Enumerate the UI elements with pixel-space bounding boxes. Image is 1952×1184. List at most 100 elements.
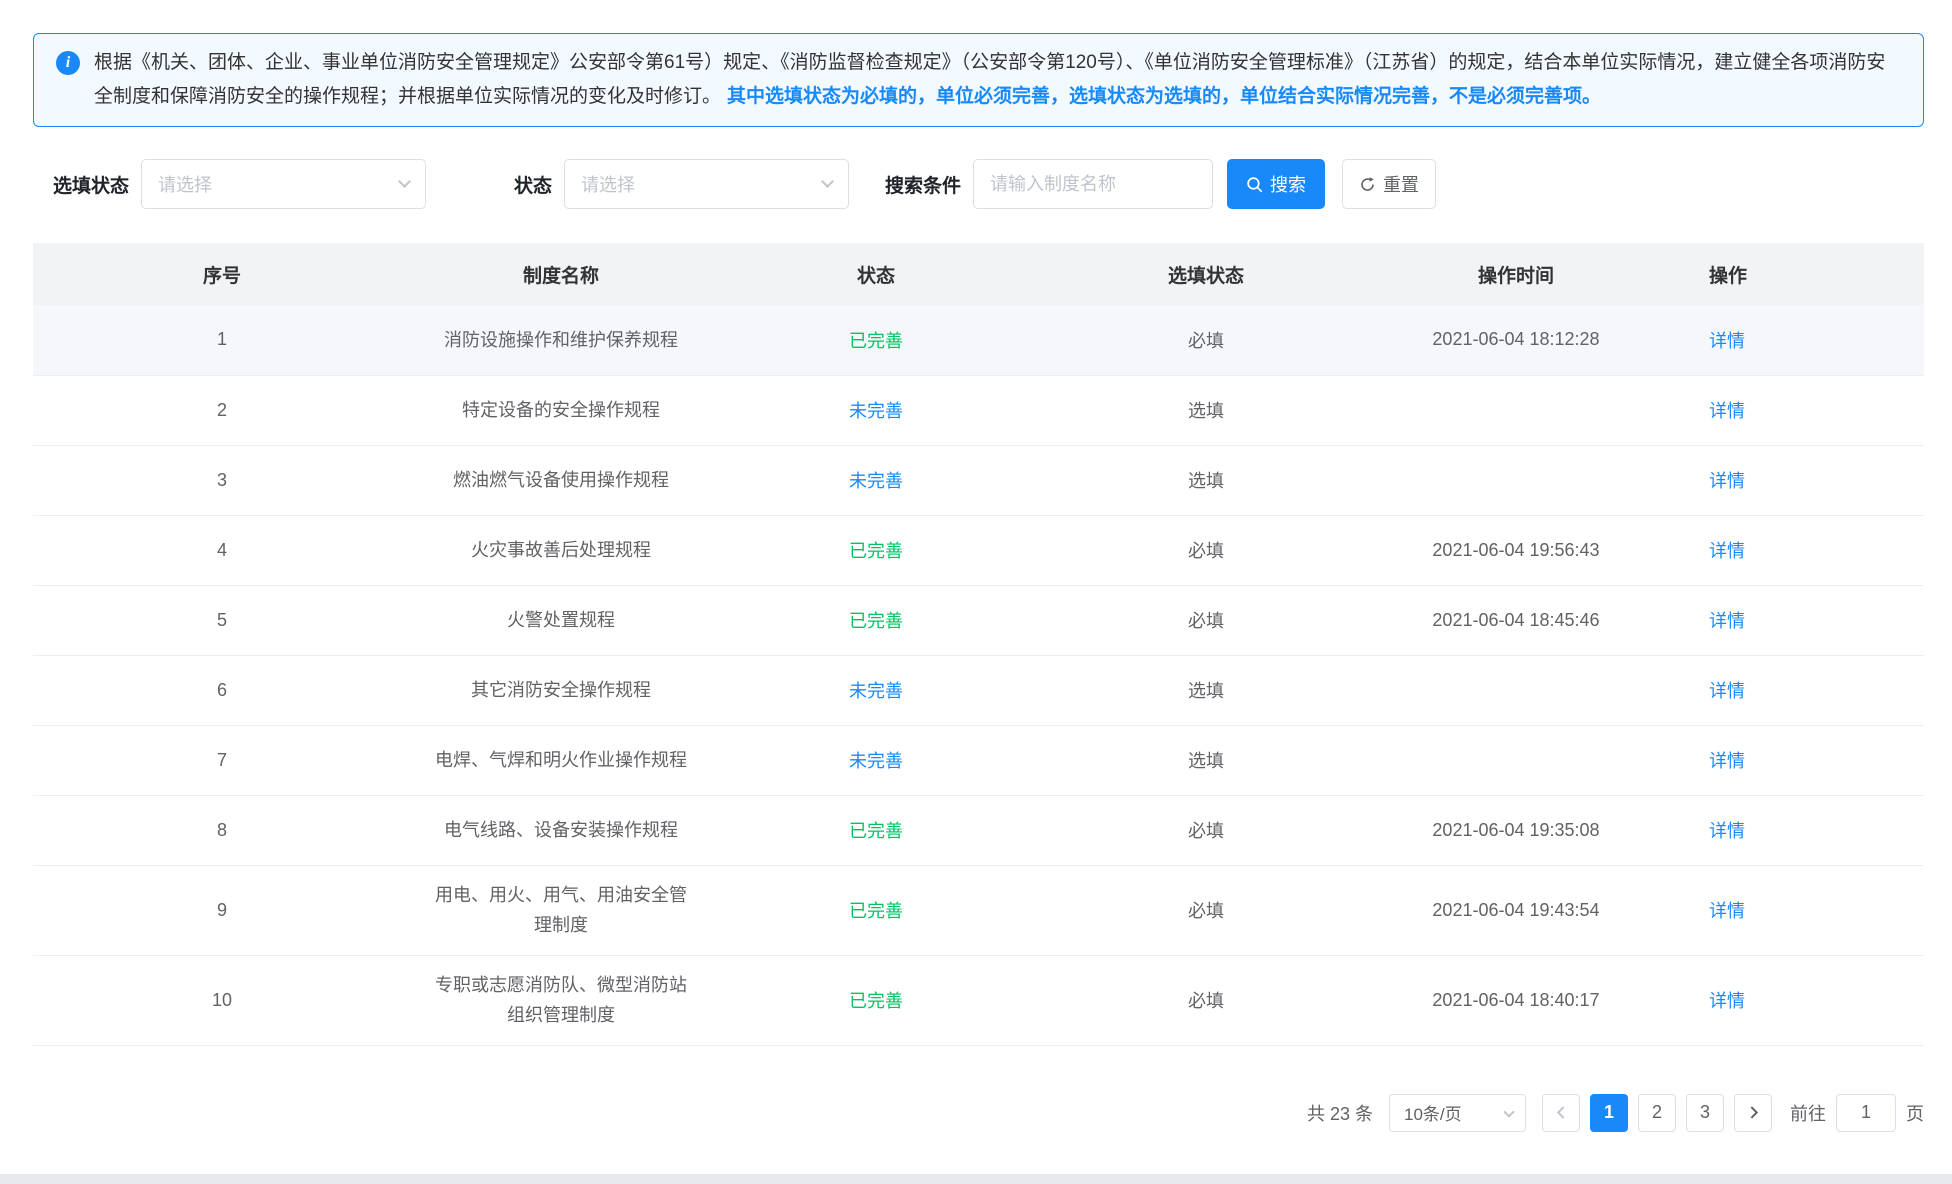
cell-name: 火警处置规程: [411, 585, 711, 655]
cell-index: 3: [33, 445, 411, 515]
status-text: 已完善: [849, 331, 903, 351]
cell-time: 2021-06-04 19:43:54: [1371, 865, 1661, 955]
status-placeholder: 请选择: [581, 171, 635, 197]
cell-status: 已完善: [711, 585, 1041, 655]
cell-action: 详情: [1661, 515, 1924, 585]
cell-index: 1: [33, 305, 411, 375]
search-label: 搜索条件: [885, 171, 961, 198]
detail-link[interactable]: 详情: [1709, 331, 1745, 351]
cell-index: 9: [33, 865, 411, 955]
detail-link[interactable]: 详情: [1709, 901, 1745, 921]
table-row: 3 燃油燃气设备使用操作规程 未完善 选填 详情: [33, 445, 1924, 515]
cell-fill-status: 必填: [1041, 305, 1371, 375]
status-text: 未完善: [849, 751, 903, 771]
cell-time: [1371, 445, 1661, 515]
main-content: i 根据《机关、团体、企业、事业单位消防安全管理规定》公安部令第61号）规定、《…: [33, 33, 1924, 1132]
fill-status-placeholder: 请选择: [158, 171, 212, 197]
detail-link[interactable]: 详情: [1709, 541, 1745, 561]
cell-name: 用电、用火、用气、用油安全管理制度: [411, 865, 711, 955]
header-fill-status: 选填状态: [1041, 243, 1371, 305]
cell-index: 10: [33, 955, 411, 1045]
refresh-icon: [1359, 176, 1376, 193]
goto-suffix: 页: [1906, 1100, 1924, 1126]
detail-link[interactable]: 详情: [1709, 991, 1745, 1011]
cell-name: 火灾事故善后处理规程: [411, 515, 711, 585]
search-button[interactable]: 搜索: [1227, 159, 1325, 209]
reset-button[interactable]: 重置: [1342, 159, 1436, 209]
alert-text: 根据《机关、团体、企业、事业单位消防安全管理规定》公安部令第61号）规定、《消防…: [94, 46, 1897, 114]
cell-time: 2021-06-04 19:56:43: [1371, 515, 1661, 585]
cell-status: 已完善: [711, 955, 1041, 1045]
page-bottom-strip: [0, 1174, 1952, 1184]
cell-status: 未完善: [711, 655, 1041, 725]
chevron-right-icon: [1747, 1106, 1760, 1119]
detail-link[interactable]: 详情: [1709, 681, 1745, 701]
cell-status: 未完善: [711, 445, 1041, 515]
status-label: 状态: [514, 171, 552, 198]
cell-fill-status: 选填: [1041, 375, 1371, 445]
filter-bar: 选填状态 请选择 状态 请选择 搜索条件 搜索: [33, 159, 1924, 209]
alert-highlight-text: 其中选填状态为必填的，单位必须完善，选填状态为选填的，单位结合实际情况完善，不是…: [727, 86, 1601, 107]
cell-status: 已完善: [711, 795, 1041, 865]
next-page-button[interactable]: [1734, 1094, 1772, 1132]
cell-status: 已完善: [711, 305, 1041, 375]
cell-fill-status: 必填: [1041, 515, 1371, 585]
header-index: 序号: [33, 243, 411, 305]
cell-fill-status: 必填: [1041, 865, 1371, 955]
table-row: 8 电气线路、设备安装操作规程 已完善 必填 2021-06-04 19:35:…: [33, 795, 1924, 865]
table-row: 4 火灾事故善后处理规程 已完善 必填 2021-06-04 19:56:43 …: [33, 515, 1924, 585]
cell-fill-status: 必填: [1041, 585, 1371, 655]
cell-status: 未完善: [711, 725, 1041, 795]
status-text: 未完善: [849, 681, 903, 701]
page-size-value: 10条/页: [1404, 1100, 1462, 1125]
cell-name: 消防设施操作和维护保养规程: [411, 305, 711, 375]
cell-status: 已完善: [711, 865, 1041, 955]
cell-fill-status: 选填: [1041, 725, 1371, 795]
page-button-1[interactable]: 1: [1590, 1094, 1628, 1132]
search-group: 搜索条件 搜索 重置: [885, 159, 1436, 209]
table-row: 2 特定设备的安全操作规程 未完善 选填 详情: [33, 375, 1924, 445]
cell-time: 2021-06-04 19:35:08: [1371, 795, 1661, 865]
page-button-3[interactable]: 3: [1686, 1094, 1724, 1132]
status-text: 未完善: [849, 471, 903, 491]
header-time: 操作时间: [1371, 243, 1661, 305]
chevron-down-icon: [821, 175, 834, 188]
cell-time: 2021-06-04 18:45:46: [1371, 585, 1661, 655]
cell-index: 8: [33, 795, 411, 865]
total-count: 共 23 条: [1307, 1100, 1373, 1126]
table-header: 序号 制度名称 状态 选填状态 操作时间 操作: [33, 243, 1924, 305]
search-input[interactable]: [973, 159, 1213, 209]
institutions-table: 序号 制度名称 状态 选填状态 操作时间 操作 1 消防设施操作和维护保养规程 …: [33, 243, 1924, 1046]
cell-action: 详情: [1661, 795, 1924, 865]
cell-fill-status: 选填: [1041, 445, 1371, 515]
cell-action: 详情: [1661, 955, 1924, 1045]
status-text: 已完善: [849, 901, 903, 921]
cell-name: 特定设备的安全操作规程: [411, 375, 711, 445]
search-icon: [1246, 176, 1263, 193]
cell-status: 已完善: [711, 515, 1041, 585]
table-row: 1 消防设施操作和维护保养规程 已完善 必填 2021-06-04 18:12:…: [33, 305, 1924, 375]
goto-page-group: 前往 页: [1790, 1094, 1924, 1132]
page: i 根据《机关、团体、企业、事业单位消防安全管理规定》公安部令第61号）规定、《…: [0, 0, 1952, 1184]
status-text: 已完善: [849, 991, 903, 1011]
detail-link[interactable]: 详情: [1709, 821, 1745, 841]
cell-action: 详情: [1661, 375, 1924, 445]
header-status: 状态: [711, 243, 1041, 305]
fill-status-select[interactable]: 请选择: [141, 159, 426, 209]
detail-link[interactable]: 详情: [1709, 471, 1745, 491]
page-button-2[interactable]: 2: [1638, 1094, 1676, 1132]
chevron-down-icon: [398, 175, 411, 188]
detail-link[interactable]: 详情: [1709, 401, 1745, 421]
detail-link[interactable]: 详情: [1709, 611, 1745, 631]
cell-status: 未完善: [711, 375, 1041, 445]
cell-name: 专职或志愿消防队、微型消防站组织管理制度: [411, 955, 711, 1045]
detail-link[interactable]: 详情: [1709, 751, 1745, 771]
page-size-select[interactable]: 10条/页: [1389, 1094, 1526, 1132]
cell-fill-status: 选填: [1041, 655, 1371, 725]
goto-page-input[interactable]: [1836, 1094, 1896, 1132]
cell-action: 详情: [1661, 655, 1924, 725]
prev-page-button[interactable]: [1542, 1094, 1580, 1132]
cell-time: [1371, 375, 1661, 445]
cell-fill-status: 必填: [1041, 795, 1371, 865]
status-select[interactable]: 请选择: [564, 159, 849, 209]
